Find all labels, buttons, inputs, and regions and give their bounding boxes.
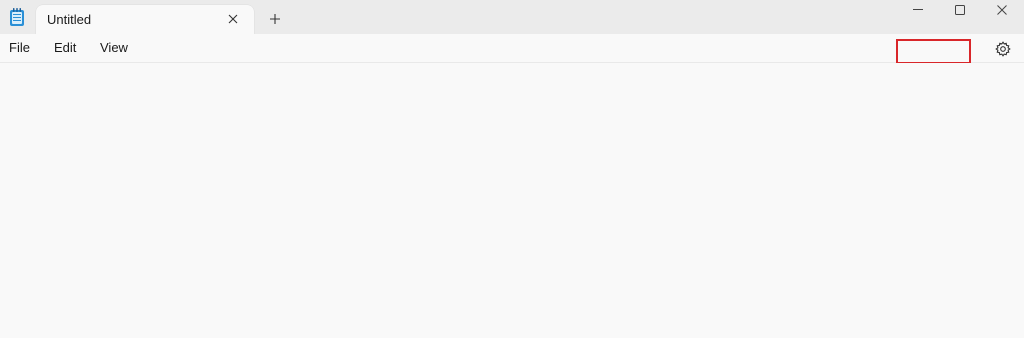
menu-file[interactable]: File <box>9 40 30 55</box>
close-icon[interactable] <box>226 12 240 26</box>
gear-icon[interactable] <box>994 40 1012 58</box>
tab-untitled[interactable]: Untitled <box>36 5 254 34</box>
notepad-icon <box>9 8 25 27</box>
menu-view[interactable]: View <box>100 40 128 55</box>
maximize-button[interactable] <box>940 0 980 20</box>
menu-bar: File Edit View <box>0 34 1024 64</box>
highlight-box <box>896 39 971 64</box>
window-close-button[interactable] <box>982 0 1022 20</box>
minimize-button[interactable] <box>898 0 938 20</box>
text-editor-area[interactable] <box>0 63 1024 338</box>
tab-title: Untitled <box>47 12 92 27</box>
title-bar: Untitled <box>0 0 1024 34</box>
plus-icon[interactable] <box>267 11 283 27</box>
menu-edit[interactable]: Edit <box>54 40 76 55</box>
notepad-window: Untitled File Edit View <box>0 0 1024 338</box>
